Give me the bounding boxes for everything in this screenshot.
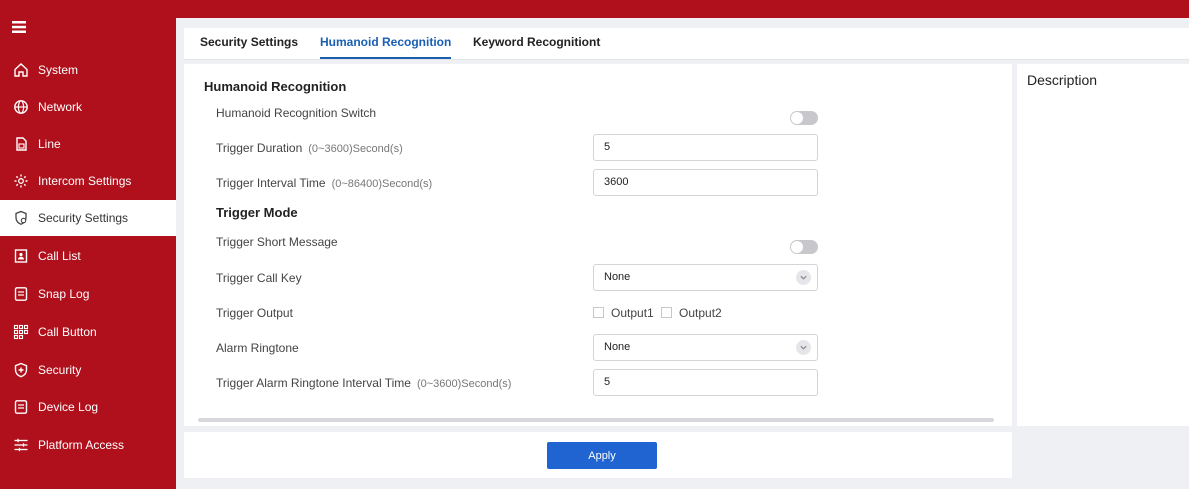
- apply-button[interactable]: Apply: [547, 442, 657, 469]
- ringtone-value: None: [604, 341, 631, 353]
- ringtone-label: Alarm Ringtone: [216, 341, 299, 355]
- call-key-label: Trigger Call Key: [216, 271, 302, 285]
- tab-security-settings[interactable]: Security Settings: [200, 28, 298, 59]
- trigger-duration-input[interactable]: 5: [593, 134, 818, 161]
- output1-label: Output1: [611, 306, 654, 320]
- document-icon: [12, 285, 30, 303]
- interval-hint: (0~86400)Second(s): [331, 178, 433, 190]
- sidebar-item-label: Intercom Settings: [38, 174, 132, 188]
- sidebar-item-label: Call Button: [38, 325, 97, 339]
- chevron-down-icon: [796, 340, 811, 355]
- sidebar-item-label: Platform Access: [38, 438, 125, 452]
- sidebar-item-snap-log[interactable]: Snap Log: [0, 276, 176, 312]
- interval-label: Trigger Interval Time (0~86400)Second(s): [216, 176, 432, 190]
- tab-keyword-recognition[interactable]: Keyword Recognitiont: [473, 28, 600, 59]
- sidebar-item-platform-access[interactable]: Platform Access: [0, 427, 176, 463]
- sidebar-item-security-settings[interactable]: Security Settings: [0, 200, 176, 236]
- alarm-ringtone-select[interactable]: None: [593, 334, 818, 361]
- output1-checkbox[interactable]: [593, 307, 604, 318]
- sidebar-item-system[interactable]: System: [0, 52, 176, 88]
- duration-label-text: Trigger Duration: [216, 141, 303, 155]
- sidebar: System Network Line Intercom Settings Se…: [0, 0, 176, 489]
- sidebar-item-label: Line: [38, 137, 61, 151]
- settings-panel: Humanoid Recognition Humanoid Recognitio…: [184, 64, 1012, 426]
- short-message-label: Trigger Short Message: [216, 235, 338, 249]
- sim-icon: [12, 135, 30, 153]
- shield-gear-icon: [12, 209, 30, 227]
- ringtone-interval-hint: (0~3600)Second(s): [416, 378, 512, 390]
- sidebar-item-network[interactable]: Network: [0, 89, 176, 125]
- home-icon: [12, 61, 30, 79]
- short-message-switch[interactable]: [790, 240, 818, 254]
- tab-bar: Security Settings Humanoid Recognition K…: [184, 28, 1189, 60]
- sidebar-item-label: Snap Log: [38, 287, 90, 301]
- sidebar-item-label: Device Log: [38, 400, 99, 414]
- menu-toggle-icon[interactable]: [12, 20, 30, 36]
- document-icon: [12, 398, 30, 416]
- humanoid-recognition-switch[interactable]: [790, 111, 818, 125]
- trigger-interval-input[interactable]: 3600: [593, 169, 818, 196]
- footer-bar: Apply: [184, 432, 1012, 478]
- section-title-trigger-mode: Trigger Mode: [216, 205, 298, 220]
- section-title-humanoid: Humanoid Recognition: [204, 79, 347, 94]
- sidebar-item-device-log[interactable]: Device Log: [0, 389, 176, 425]
- sidebar-item-label: Security Settings: [38, 211, 129, 225]
- sidebar-item-call-button[interactable]: Call Button: [0, 314, 176, 350]
- horizontal-scrollbar[interactable]: [198, 418, 994, 422]
- sidebar-item-call-list[interactable]: Call List: [0, 238, 176, 274]
- sidebar-item-label: System: [38, 63, 79, 77]
- chevron-down-icon: [796, 270, 811, 285]
- output2-label: Output2: [679, 306, 722, 320]
- sliders-icon: [12, 436, 30, 454]
- output-label: Trigger Output: [216, 306, 293, 320]
- keypad-icon: [12, 323, 30, 341]
- gear-icon: [12, 172, 30, 190]
- ringtone-interval-input[interactable]: 5: [593, 369, 818, 396]
- sidebar-item-label: Call List: [38, 249, 81, 263]
- top-bar: [0, 0, 1189, 18]
- call-key-select[interactable]: None: [593, 264, 818, 291]
- call-key-value: None: [604, 271, 631, 283]
- globe-icon: [12, 98, 30, 116]
- description-title: Description: [1027, 72, 1098, 88]
- ringtone-interval-label: Trigger Alarm Ringtone Interval Time (0~3…: [216, 376, 511, 390]
- contact-book-icon: [12, 247, 30, 265]
- shield-plus-icon: [12, 361, 30, 379]
- duration-label: Trigger Duration (0~3600)Second(s): [216, 141, 403, 155]
- interval-label-text: Trigger Interval Time: [216, 176, 326, 190]
- sidebar-item-intercom-settings[interactable]: Intercom Settings: [0, 163, 176, 199]
- sidebar-item-line[interactable]: Line: [0, 126, 176, 162]
- sidebar-item-security[interactable]: Security: [0, 352, 176, 388]
- output2-checkbox[interactable]: [661, 307, 672, 318]
- description-panel: Description: [1017, 64, 1189, 426]
- duration-hint: (0~3600)Second(s): [308, 143, 403, 155]
- sidebar-item-label: Security: [38, 363, 82, 377]
- switch-label: Humanoid Recognition Switch: [216, 106, 377, 120]
- sidebar-item-label: Network: [38, 100, 83, 114]
- ringtone-interval-label-text: Trigger Alarm Ringtone Interval Time: [216, 376, 411, 390]
- tab-humanoid-recognition[interactable]: Humanoid Recognition: [320, 28, 452, 59]
